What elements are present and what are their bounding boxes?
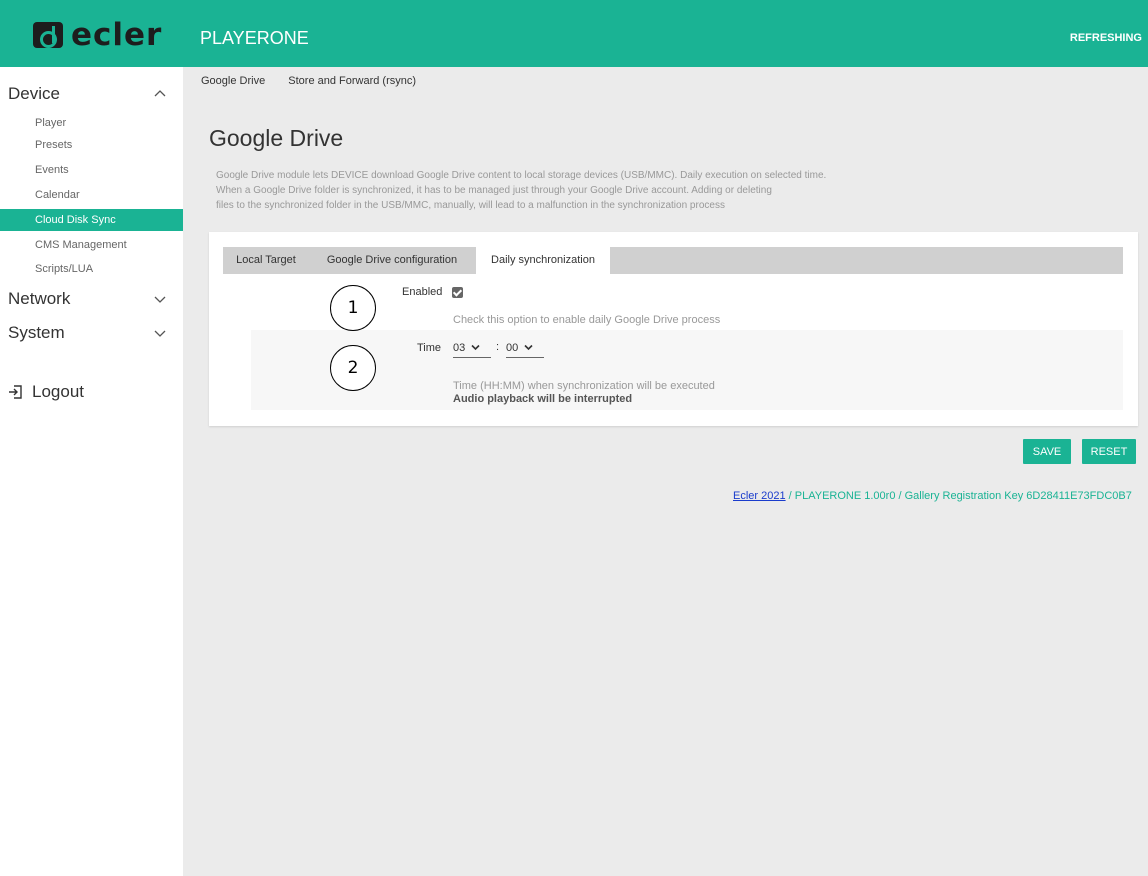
- enabled-label: Enabled: [402, 286, 443, 298]
- ecler-logo[interactable]: ecler: [33, 17, 163, 53]
- status-indicator: REFRESHING: [1069, 32, 1142, 44]
- description-line: Google Drive module lets DEVICE download…: [216, 170, 827, 181]
- tab-daily-synchronization[interactable]: Daily synchronization: [476, 247, 610, 274]
- footer-text: / PLAYERONE 1.00r0 / Gallery Registratio…: [785, 490, 1132, 502]
- subnav: Google Drive Store and Forward (rsync): [201, 75, 436, 87]
- top-header: ecler PLAYERONE REFRESHING: [0, 0, 1148, 67]
- logout-button[interactable]: Logout: [8, 382, 84, 402]
- description-line: When a Google Drive folder is synchroniz…: [216, 185, 772, 196]
- enabled-hint: Check this option to enable daily Google…: [453, 314, 721, 326]
- app-title: PLAYERONE: [200, 28, 309, 48]
- ecler-logo-text: ecler: [71, 17, 163, 53]
- chevron-down-icon: [154, 296, 166, 303]
- time-separator: :: [496, 341, 500, 353]
- save-button[interactable]: SAVE: [1023, 439, 1071, 464]
- time-hint: Time (HH:MM) when synchronization will b…: [453, 380, 715, 392]
- tab-bar: Local Target Google Drive configuration …: [223, 247, 1123, 274]
- sidebar-item-presets[interactable]: Presets: [0, 134, 183, 156]
- time-label: Time: [417, 342, 442, 354]
- tab-google-drive-configuration[interactable]: Google Drive configuration: [309, 247, 475, 274]
- footer-ecler-link[interactable]: Ecler 2021: [733, 490, 786, 502]
- minute-select[interactable]: 00: [506, 338, 544, 358]
- hour-select[interactable]: 03: [453, 338, 491, 358]
- chevron-up-icon: [154, 90, 166, 97]
- time-warning: Audio playback will be interrupted: [453, 393, 633, 405]
- description-line: files to the synchronized folder in the …: [216, 200, 725, 211]
- sidebar-item-cloud-disk-sync[interactable]: Cloud Disk Sync: [0, 209, 183, 231]
- footer: Ecler 2021 / PLAYERONE 1.00r0 / Gallery …: [733, 490, 1132, 502]
- minute-value: 00: [506, 341, 519, 354]
- tab-local-target[interactable]: Local Target: [223, 247, 309, 274]
- sidebar-item-cms-management[interactable]: CMS Management: [0, 234, 183, 256]
- subnav-google-drive[interactable]: Google Drive: [201, 75, 265, 87]
- ecler-logo-icon: [33, 22, 63, 48]
- sidebar-section-label: System: [8, 323, 65, 342]
- page-description: Google Drive module lets DEVICE download…: [216, 168, 976, 213]
- sidebar: Device Player Presets Events Calendar Cl…: [0, 67, 183, 876]
- chevron-down-icon: [471, 344, 480, 351]
- sidebar-item-calendar[interactable]: Calendar: [0, 184, 183, 206]
- page-title: Google Drive: [209, 125, 344, 151]
- time-row-background: [251, 330, 1123, 410]
- sidebar-section-device[interactable]: Device: [0, 80, 183, 108]
- chevron-down-icon: [524, 344, 533, 351]
- callout-marker-1: 1: [330, 285, 376, 331]
- sidebar-item-events[interactable]: Events: [0, 159, 183, 181]
- sidebar-section-network[interactable]: Network: [0, 285, 183, 313]
- sidebar-section-system[interactable]: System: [0, 319, 183, 347]
- callout-marker-2: 2: [330, 345, 376, 391]
- logout-icon: [9, 385, 22, 399]
- chevron-down-icon: [154, 330, 166, 337]
- enabled-checkbox[interactable]: [452, 287, 463, 298]
- sidebar-section-label: Network: [8, 289, 71, 308]
- hour-value: 03: [453, 341, 466, 354]
- sidebar-section-label: Device: [8, 84, 60, 103]
- reset-button[interactable]: RESET: [1082, 439, 1136, 464]
- sidebar-item-player[interactable]: Player: [0, 112, 183, 134]
- subnav-store-and-forward[interactable]: Store and Forward (rsync): [288, 75, 416, 87]
- sidebar-item-scripts-lua[interactable]: Scripts/LUA: [0, 258, 183, 280]
- logout-label: Logout: [32, 382, 84, 401]
